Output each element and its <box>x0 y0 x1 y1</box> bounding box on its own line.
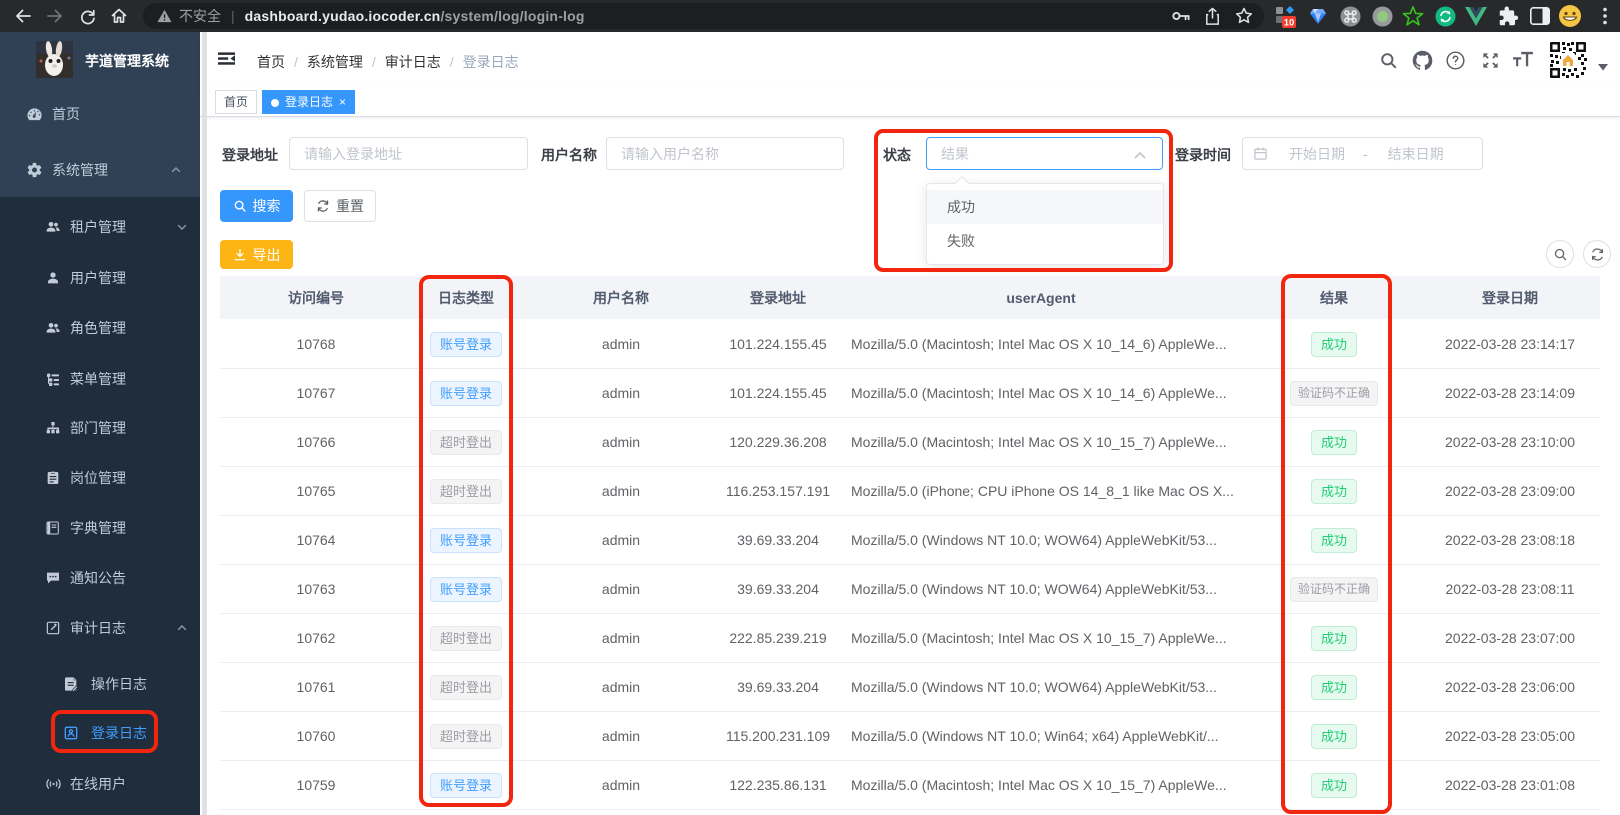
svg-text:10: 10 <box>1284 18 1295 29</box>
